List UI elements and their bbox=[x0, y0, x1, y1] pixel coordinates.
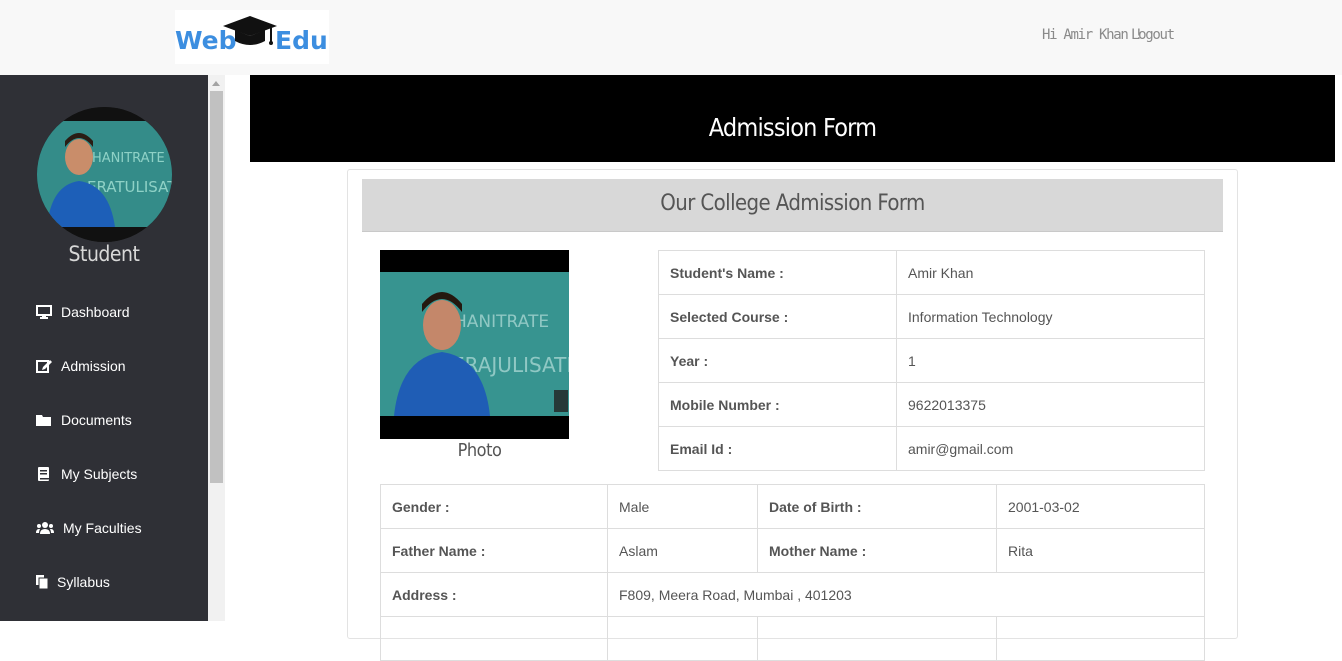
files-icon bbox=[36, 575, 49, 590]
sidebar-item-my-subjects[interactable]: My Subjects bbox=[36, 463, 137, 485]
email-label: Email Id : bbox=[658, 426, 897, 471]
users-icon bbox=[36, 521, 54, 535]
table-row: Mobile Number : 9622013375 bbox=[658, 382, 1205, 427]
avatar: HANITRATE ERATULISATION bbox=[37, 107, 172, 242]
table-row: Address : F809, Meera Road, Mumbai , 401… bbox=[380, 572, 1205, 617]
dob-value: 2001-03-02 bbox=[996, 484, 1205, 529]
address-value: F809, Meera Road, Mumbai , 401203 bbox=[607, 572, 1205, 617]
course-label: Selected Course : bbox=[658, 294, 897, 339]
table-row: Email Id : amir@gmail.com bbox=[658, 426, 1205, 471]
sidebar-scrollbar[interactable] bbox=[208, 75, 225, 621]
svg-text:HANITRATE: HANITRATE bbox=[92, 151, 165, 166]
panel-title: Our College Admission Form bbox=[660, 191, 925, 216]
student-name-label: Student's Name : bbox=[658, 250, 897, 295]
book-icon bbox=[36, 467, 52, 481]
logo-text-right: Edu bbox=[275, 26, 328, 55]
mother-name-value: Rita bbox=[996, 528, 1205, 573]
sidebar-item-label: My Faculties bbox=[63, 520, 142, 536]
mobile-label: Mobile Number : bbox=[658, 382, 897, 427]
sidebar-item-label: Documents bbox=[61, 412, 132, 428]
table-cell bbox=[607, 616, 758, 661]
father-name-label: Father Name : bbox=[380, 528, 608, 573]
scroll-thumb[interactable] bbox=[210, 91, 223, 483]
page-banner: Admission Form bbox=[250, 75, 1335, 162]
webedu-logo[interactable]: Web Edu bbox=[175, 10, 329, 64]
student-info-table: Student's Name : Amir Khan Selected Cour… bbox=[658, 250, 1205, 471]
user-greeting: Hi Amir Khan ! bbox=[1042, 27, 1143, 43]
gender-label: Gender : bbox=[380, 484, 608, 529]
sidebar-item-dashboard[interactable]: Dashboard bbox=[36, 301, 130, 323]
table-cell bbox=[380, 616, 608, 661]
sidebar-item-admission[interactable]: Admission bbox=[36, 355, 126, 377]
sidebar-item-label: Dashboard bbox=[61, 304, 130, 320]
svg-text:HANITRATE: HANITRATE bbox=[454, 312, 549, 332]
table-row: Selected Course : Information Technology bbox=[658, 294, 1205, 339]
course-value: Information Technology bbox=[896, 294, 1205, 339]
top-navbar: Web Edu Hi Amir Khan ! Logout bbox=[0, 0, 1342, 75]
folder-icon bbox=[36, 413, 52, 427]
table-row: Student's Name : Amir Khan bbox=[658, 250, 1205, 295]
photo-caption: Photo bbox=[457, 440, 502, 461]
edit-icon bbox=[36, 359, 52, 373]
student-photo: HANITRATE ERAJULISATION bbox=[380, 250, 569, 439]
student-details-table: Gender : Male Date of Birth : 2001-03-02… bbox=[380, 484, 1205, 661]
sidebar-item-syllabus[interactable]: Syllabus bbox=[36, 571, 110, 593]
father-name-value: Aslam bbox=[607, 528, 758, 573]
year-label: Year : bbox=[658, 338, 897, 383]
sidebar-item-label: Admission bbox=[61, 358, 126, 374]
logout-link[interactable]: Logout bbox=[1131, 27, 1175, 43]
scroll-up-arrow-icon[interactable] bbox=[212, 81, 220, 86]
year-value: 1 bbox=[896, 338, 1205, 383]
mother-name-label: Mother Name : bbox=[757, 528, 997, 573]
dob-label: Date of Birth : bbox=[757, 484, 997, 529]
email-value: amir@gmail.com bbox=[896, 426, 1205, 471]
sidebar-item-label: My Subjects bbox=[61, 466, 138, 482]
table-cell bbox=[757, 616, 997, 661]
panel-header: Our College Admission Form bbox=[362, 179, 1223, 232]
table-row: Father Name : Aslam Mother Name : Rita bbox=[380, 528, 1205, 573]
avatar-image: HANITRATE ERATULISATION bbox=[37, 107, 172, 242]
user-role: Student bbox=[68, 242, 140, 266]
address-label: Address : bbox=[380, 572, 608, 617]
graduation-cap-icon bbox=[223, 16, 277, 45]
desktop-icon bbox=[36, 305, 52, 319]
sidebar: HANITRATE ERATULISATION Student Dashboar… bbox=[0, 75, 208, 621]
student-name-value: Amir Khan bbox=[896, 250, 1205, 295]
table-row: Gender : Male Date of Birth : 2001-03-02 bbox=[380, 484, 1205, 529]
sidebar-item-documents[interactable]: Documents bbox=[36, 409, 132, 431]
table-cell bbox=[996, 616, 1205, 661]
gender-value: Male bbox=[607, 484, 758, 529]
sidebar-item-label: Syllabus bbox=[57, 574, 110, 590]
student-photo-image: HANITRATE ERAJULISATION bbox=[380, 250, 569, 439]
page-title: Admission Form bbox=[708, 113, 877, 142]
table-row bbox=[380, 616, 1205, 661]
mobile-value: 9622013375 bbox=[896, 382, 1205, 427]
table-row: Year : 1 bbox=[658, 338, 1205, 383]
sidebar-item-my-faculties[interactable]: My Faculties bbox=[36, 517, 142, 539]
